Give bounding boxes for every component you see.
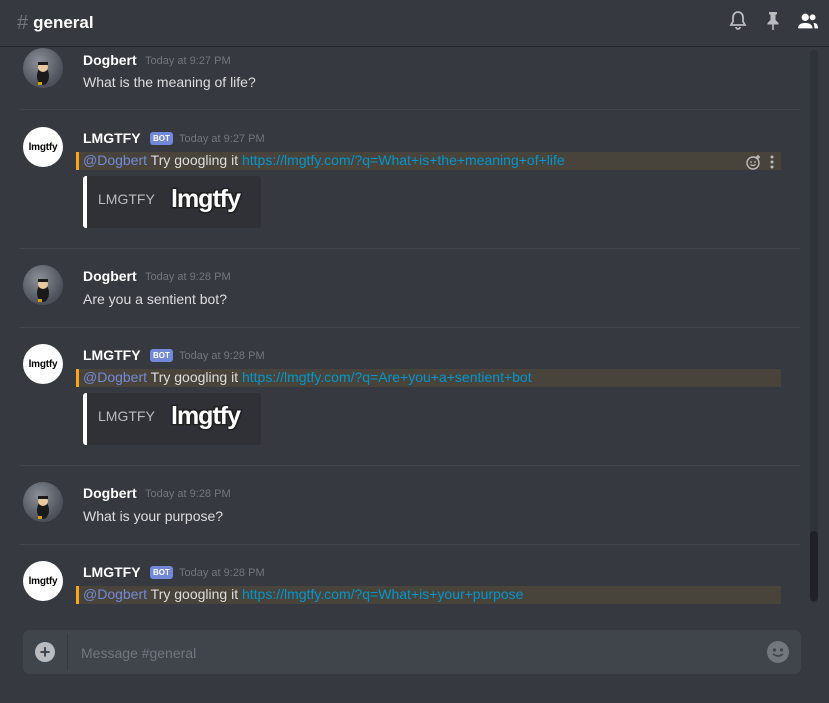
message-composer: +: [23, 630, 801, 674]
members-icon[interactable]: [797, 10, 819, 32]
channel-hash-icon: #: [17, 11, 29, 34]
message-timestamp: Today at 9:27 PM: [145, 55, 231, 67]
embed-logo: lmgtfy: [171, 185, 241, 213]
avatar-label: lmgtfy: [28, 141, 58, 153]
user-mention[interactable]: @Dogbert: [83, 152, 147, 168]
mention-highlight: @Dogbert Try googling it https://lmgtfy.…: [76, 586, 781, 604]
user-mention[interactable]: @Dogbert: [83, 586, 147, 602]
composer-divider: [67, 634, 68, 670]
message-timestamp: Today at 9:28 PM: [179, 567, 265, 579]
message-item[interactable]: Dogbert Today at 9:27 PM What is the mea…: [0, 47, 800, 109]
user-mention[interactable]: @Dogbert: [83, 369, 147, 385]
message-timestamp: Today at 9:28 PM: [145, 271, 231, 283]
message-author[interactable]: Dogbert: [83, 52, 137, 68]
message-timestamp: Today at 9:27 PM: [179, 133, 265, 145]
avatar-label: lmgtfy: [28, 358, 58, 370]
mention-highlight: @Dogbert Try googling it https://lmgtfy.…: [76, 369, 781, 387]
scrollbar-thumb[interactable]: [810, 531, 818, 601]
message-text: Try googling it: [147, 152, 242, 168]
message-timestamp: Today at 9:28 PM: [179, 350, 265, 362]
message-text: What is the meaning of life?: [83, 74, 256, 90]
message-text: Try googling it: [147, 586, 242, 602]
avatar-lmgtfy[interactable]: lmgtfy: [23, 344, 63, 384]
add-attachment-button[interactable]: +: [35, 642, 55, 662]
avatar-dogbert[interactable]: [23, 265, 63, 305]
bot-badge: BOT: [150, 132, 173, 145]
message-link[interactable]: https://lmgtfy.com/?q=What+is+the+meanin…: [242, 152, 565, 168]
more-icon[interactable]: [770, 155, 774, 174]
avatar-dogbert[interactable]: [23, 48, 63, 88]
mention-highlight: @Dogbert Try googling it https://lmgtfy.…: [76, 152, 781, 170]
message-text: Are you a sentient bot?: [83, 291, 227, 307]
message-list[interactable]: Dogbert Today at 9:27 PM What is the mea…: [0, 47, 808, 607]
bot-badge: BOT: [150, 349, 173, 362]
message-actions: [746, 154, 774, 175]
message-author[interactable]: LMGTFY: [83, 347, 141, 363]
emoji-icon[interactable]: [767, 641, 789, 663]
pin-icon[interactable]: [762, 10, 784, 32]
message-input[interactable]: [79, 640, 753, 666]
message-link[interactable]: https://lmgtfy.com/?q=Are+you+a+sentient…: [242, 369, 532, 385]
embed-title[interactable]: LMGTFY: [98, 408, 155, 424]
header-toolbar: [727, 10, 819, 32]
avatar-dogbert[interactable]: [23, 482, 63, 522]
message-link[interactable]: https://lmgtfy.com/?q=What+is+your+purpo…: [242, 586, 523, 602]
bot-badge: BOT: [150, 566, 173, 579]
message-item[interactable]: lmgtfy LMGTFY BOT Today at 9:28 PM @Dogb…: [0, 328, 800, 465]
message-author[interactable]: Dogbert: [83, 485, 137, 501]
channel-header: # general: [0, 0, 829, 46]
embed-logo: lmgtfy: [171, 402, 241, 430]
add-reaction-icon[interactable]: [746, 154, 762, 175]
channel-title: general: [33, 13, 94, 32]
message-item[interactable]: lmgtfy LMGTFY BOT Today at 9:28 PM @Dogb…: [0, 545, 800, 607]
bell-icon[interactable]: [727, 10, 749, 32]
message-author[interactable]: LMGTFY: [83, 130, 141, 146]
link-embed[interactable]: LMGTFY lmgtfy: [83, 393, 261, 445]
avatar-lmgtfy[interactable]: lmgtfy: [23, 127, 63, 167]
message-timestamp: Today at 9:28 PM: [145, 488, 231, 500]
avatar-lmgtfy[interactable]: lmgtfy: [23, 561, 63, 601]
message-text: Try googling it: [147, 369, 242, 385]
message-item[interactable]: Dogbert Today at 9:28 PM Are you a senti…: [0, 249, 800, 327]
message-author[interactable]: Dogbert: [83, 268, 137, 284]
link-embed[interactable]: LMGTFY lmgtfy: [83, 176, 261, 228]
message-item[interactable]: lmgtfy LMGTFY BOT Today at 9:27 PM @Dogb…: [0, 110, 800, 248]
message-text: What is your purpose?: [83, 508, 224, 524]
message-item[interactable]: Dogbert Today at 9:28 PM What is your pu…: [0, 466, 800, 544]
embed-title[interactable]: LMGTFY: [98, 191, 155, 207]
scrollbar-track[interactable]: [810, 50, 818, 603]
message-author[interactable]: LMGTFY: [83, 564, 141, 580]
avatar-label: lmgtfy: [28, 575, 58, 587]
